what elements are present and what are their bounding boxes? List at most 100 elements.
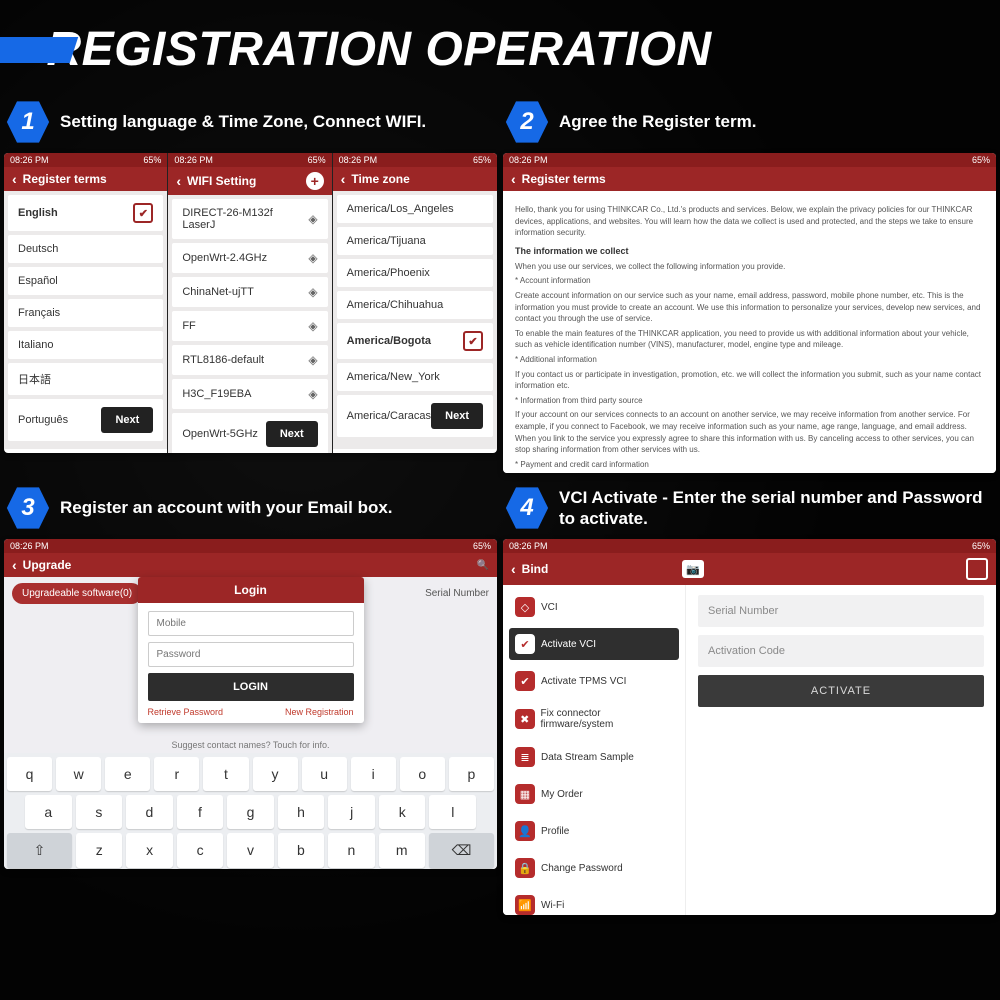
serial-col: Serial Number bbox=[425, 588, 489, 599]
add-wifi-icon[interactable]: + bbox=[306, 172, 324, 190]
key-⇧[interactable]: ⇧ bbox=[7, 833, 72, 868]
back-icon[interactable]: ‹ bbox=[511, 562, 516, 576]
key-c[interactable]: c bbox=[177, 833, 223, 868]
wifi-next-button[interactable]: Next bbox=[266, 421, 318, 447]
key-i[interactable]: i bbox=[351, 757, 396, 791]
wifi-header[interactable]: ‹WIFI Setting+ bbox=[168, 167, 331, 195]
key-j[interactable]: j bbox=[328, 795, 375, 829]
key-n[interactable]: n bbox=[328, 833, 374, 868]
key-q[interactable]: q bbox=[7, 757, 52, 791]
key-w[interactable]: w bbox=[56, 757, 101, 791]
key-t[interactable]: t bbox=[203, 757, 248, 791]
key-h[interactable]: h bbox=[278, 795, 325, 829]
bind-header[interactable]: ‹Bind📷 bbox=[503, 553, 996, 585]
activate-button[interactable]: ACTIVATE bbox=[698, 675, 984, 707]
menu-icon: 🔒 bbox=[515, 858, 535, 878]
tz-item[interactable]: America/New_York bbox=[337, 363, 493, 391]
sidebar-item[interactable]: ▦My Order bbox=[509, 778, 679, 810]
sidebar-item[interactable]: ≣Data Stream Sample bbox=[509, 741, 679, 773]
wifi-item[interactable]: RTL8186-default◈ bbox=[172, 345, 327, 375]
terms-body[interactable]: Hello, thank you for using THINKCAR Co.,… bbox=[503, 191, 996, 473]
back-icon[interactable]: ‹ bbox=[341, 172, 346, 186]
menu-icon: ▦ bbox=[515, 784, 535, 804]
sidebar-item[interactable]: 📶Wi-Fi bbox=[509, 889, 679, 915]
sidebar-item[interactable]: 👤Profile bbox=[509, 815, 679, 847]
back-icon[interactable]: ‹ bbox=[12, 558, 17, 572]
tz-header[interactable]: ‹Time zone bbox=[333, 167, 497, 191]
wifi-item[interactable]: H3C_F19EBA◈ bbox=[172, 379, 327, 409]
lang-item[interactable]: 日本語 bbox=[8, 363, 163, 395]
key-f[interactable]: f bbox=[177, 795, 224, 829]
step-1: 1 Setting language & Time Zone, Connect … bbox=[4, 93, 497, 473]
tab-upgradeable[interactable]: Upgradeable software(0) bbox=[12, 583, 142, 604]
back-icon[interactable]: ‹ bbox=[511, 172, 516, 186]
login-button[interactable]: LOGIN bbox=[148, 673, 354, 701]
tz-item[interactable]: America/Tijuana bbox=[337, 227, 493, 255]
sidebar-item[interactable]: ✖Fix connector firmware/system bbox=[509, 702, 679, 736]
wifi-item[interactable]: OpenWrt-2.4GHz◈ bbox=[172, 243, 327, 273]
serial-input[interactable]: Serial Number bbox=[698, 595, 984, 627]
wifi-item[interactable]: FF◈ bbox=[172, 311, 327, 341]
key-y[interactable]: y bbox=[253, 757, 298, 791]
mobile-input[interactable] bbox=[148, 611, 354, 636]
tz-item[interactable]: America/Chihuahua bbox=[337, 291, 493, 319]
sidebar-item[interactable]: ◇VCI bbox=[509, 591, 679, 623]
tz-item[interactable]: America/Phoenix bbox=[337, 259, 493, 287]
step-4-badge: 4 bbox=[505, 486, 549, 530]
sidebar-item[interactable]: ✔Activate TPMS VCI bbox=[509, 665, 679, 697]
home-icon[interactable] bbox=[966, 558, 988, 580]
key-d[interactable]: d bbox=[126, 795, 173, 829]
sidebar-item[interactable]: 🔒Change Password bbox=[509, 852, 679, 884]
back-icon[interactable]: ‹ bbox=[12, 172, 17, 186]
wifi-item[interactable]: DIRECT-26-M132f LaserJ◈ bbox=[172, 199, 327, 239]
tz-item[interactable]: America/Los_Angeles bbox=[337, 195, 493, 223]
key-r[interactable]: r bbox=[154, 757, 199, 791]
key-b[interactable]: b bbox=[278, 833, 324, 868]
lang-item[interactable]: PortuguêsNext bbox=[8, 399, 163, 441]
lang-item[interactable]: Italiano bbox=[8, 331, 163, 359]
password-input[interactable] bbox=[148, 642, 354, 667]
lang-item[interactable]: Deutsch bbox=[8, 235, 163, 263]
tz-bogota[interactable]: America/Bogota✔ bbox=[337, 323, 493, 359]
key-l[interactable]: l bbox=[429, 795, 476, 829]
wifi-item[interactable]: ChinaNet-ujTT◈ bbox=[172, 277, 327, 307]
key-m[interactable]: m bbox=[379, 833, 425, 868]
step-2: 2 Agree the Register term. 08:26 PM65% ‹… bbox=[503, 93, 996, 473]
wifi-icon: ◈ bbox=[308, 285, 317, 299]
terms-header[interactable]: ‹Register terms bbox=[503, 167, 996, 191]
retrieve-password-link[interactable]: Retrieve Password bbox=[148, 707, 224, 717]
new-registration-link[interactable]: New Registration bbox=[285, 707, 354, 717]
tz-item[interactable]: America/CaracasNext bbox=[337, 395, 493, 437]
key-⌫[interactable]: ⌫ bbox=[429, 833, 494, 868]
camera-icon[interactable]: 📷 bbox=[682, 560, 704, 578]
lang-item[interactable]: Français bbox=[8, 299, 163, 327]
key-p[interactable]: p bbox=[449, 757, 494, 791]
lang-next-button[interactable]: Next bbox=[101, 407, 153, 433]
tz-next-button[interactable]: Next bbox=[431, 403, 483, 429]
wifi-item[interactable]: OpenWrt-5GHzNext bbox=[172, 413, 327, 453]
menu-icon: 👤 bbox=[515, 821, 535, 841]
page-title: REGISTRATION OPERATION bbox=[46, 22, 711, 77]
lang-english[interactable]: English✔ bbox=[8, 195, 163, 231]
keyboard-hint[interactable]: Suggest contact names? Touch for info. bbox=[4, 737, 497, 753]
key-v[interactable]: v bbox=[227, 833, 273, 868]
key-x[interactable]: x bbox=[126, 833, 172, 868]
sidebar-item[interactable]: ✔Activate VCI bbox=[509, 628, 679, 660]
key-e[interactable]: e bbox=[105, 757, 150, 791]
step-2-badge: 2 bbox=[505, 100, 549, 144]
activation-code-input[interactable]: Activation Code bbox=[698, 635, 984, 667]
key-u[interactable]: u bbox=[302, 757, 347, 791]
login-title: Login bbox=[138, 577, 364, 603]
key-s[interactable]: s bbox=[76, 795, 123, 829]
lang-item[interactable]: Español bbox=[8, 267, 163, 295]
key-k[interactable]: k bbox=[379, 795, 426, 829]
key-g[interactable]: g bbox=[227, 795, 274, 829]
back-icon[interactable]: ‹ bbox=[176, 174, 181, 188]
key-o[interactable]: o bbox=[400, 757, 445, 791]
step-3-label: Register an account with your Email box. bbox=[60, 497, 393, 518]
lang-header[interactable]: ‹Register terms bbox=[4, 167, 167, 191]
upgrade-header[interactable]: ‹Upgrade🔍 bbox=[4, 553, 497, 577]
key-z[interactable]: z bbox=[76, 833, 122, 868]
login-dialog: Login LOGIN Retrieve Password New Regist… bbox=[138, 577, 364, 723]
key-a[interactable]: a bbox=[25, 795, 72, 829]
